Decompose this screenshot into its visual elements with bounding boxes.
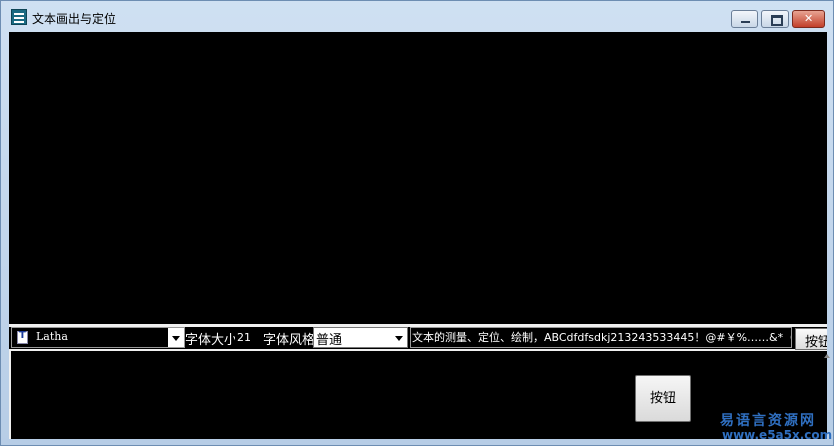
font-size-label: 字体大小 (185, 329, 238, 348)
close-button[interactable] (792, 10, 825, 28)
action-button[interactable]: 按钮 (635, 375, 691, 422)
font-size-input[interactable] (235, 327, 261, 348)
toolbar-button[interactable]: 按钮 (795, 328, 827, 350)
minimize-button[interactable] (731, 10, 758, 28)
font-select[interactable]: Latha (11, 327, 185, 348)
app-icon (11, 9, 27, 25)
chevron-down-icon[interactable] (391, 328, 407, 347)
output-panel: 按钮 (11, 351, 827, 439)
maximize-button[interactable] (761, 10, 789, 28)
watermark-url: www.e5a5x.com (722, 428, 833, 442)
font-type-icon (17, 330, 28, 344)
sample-text-input[interactable]: 文本的测量、定位、绘制，ABCdfdfsdkj213243533445！@#￥%… (410, 327, 792, 348)
text-toolbar: Latha 字体大小 字体风格 普通 文本的测量、定位、绘制，ABCdfdfsd… (9, 327, 827, 349)
client-area: Latha 字体大小 字体风格 普通 文本的测量、定位、绘制，ABCdfdfsd… (9, 32, 830, 439)
app-window: 文本画出与定位 Latha 字体大小 字体风格 普通 文本的测量、定位、绘制，A… (0, 0, 834, 446)
drawing-canvas[interactable] (9, 32, 827, 324)
watermark-title: 易语言资源网 (720, 413, 816, 429)
title-bar[interactable]: 文本画出与定位 (1, 1, 833, 31)
chevron-down-icon[interactable] (168, 328, 184, 347)
font-style-select[interactable]: 普通 (313, 327, 408, 348)
scroll-up-icon[interactable] (824, 354, 830, 358)
font-select-value: Latha (36, 330, 68, 343)
font-style-label: 字体风格 (263, 329, 316, 348)
window-title: 文本画出与定位 (32, 12, 117, 26)
font-style-value: 普通 (316, 333, 343, 348)
